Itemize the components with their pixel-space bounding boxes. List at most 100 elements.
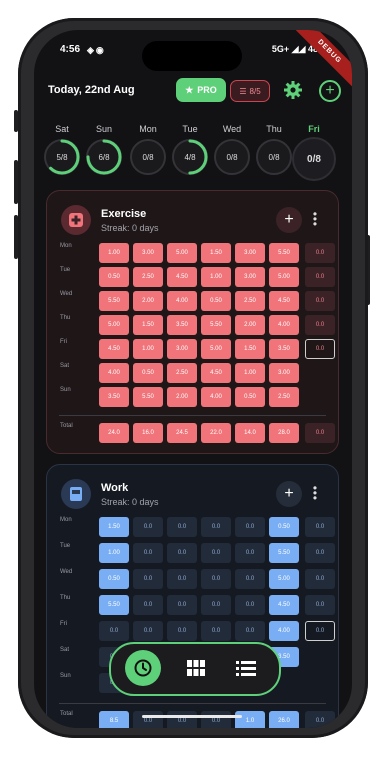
- grid-cell[interactable]: 4.50: [269, 595, 299, 615]
- grid-cell[interactable]: 0.0: [235, 517, 265, 537]
- grid-cell[interactable]: 5.50: [269, 243, 299, 263]
- grid-cell[interactable]: 5.00: [269, 267, 299, 287]
- grid-cell[interactable]: 3.00: [269, 363, 299, 383]
- grid-cell[interactable]: 3.00: [133, 243, 163, 263]
- grid-cell[interactable]: 0.0: [305, 243, 335, 263]
- list-icon[interactable]: [236, 659, 256, 682]
- grid-cell[interactable]: 5.00: [167, 243, 197, 263]
- grid-cell[interactable]: 2.50: [269, 387, 299, 407]
- grid-cell[interactable]: 0.0: [305, 621, 335, 641]
- grid-cell[interactable]: 4.00: [201, 387, 231, 407]
- grid-cell[interactable]: 2.50: [167, 363, 197, 383]
- grid-cell[interactable]: 0.0: [305, 517, 335, 537]
- grid-cell[interactable]: 0.0: [305, 595, 335, 615]
- grid-cell[interactable]: 0.0: [305, 315, 335, 335]
- grid-cell[interactable]: 5.50: [201, 315, 231, 335]
- grid-cell[interactable]: 0.0: [201, 621, 231, 641]
- grid-cell[interactable]: 0.0: [305, 291, 335, 311]
- grid-cell[interactable]: 5.50: [133, 387, 163, 407]
- grid-cell[interactable]: 1.50: [235, 339, 265, 359]
- pro-button[interactable]: ★ PRO: [176, 78, 226, 102]
- grid-cell[interactable]: 0.50: [133, 363, 163, 383]
- grid-cell[interactable]: 1.50: [133, 315, 163, 335]
- grid-cell[interactable]: 5.00: [99, 315, 129, 335]
- grid-cell[interactable]: 4.00: [269, 621, 299, 641]
- day-wed[interactable]: Wed 0/8: [214, 124, 250, 175]
- grid-cell[interactable]: 1.50: [201, 243, 231, 263]
- grid-cell[interactable]: 0.0: [305, 543, 335, 563]
- grid-cell[interactable]: 4.00: [269, 315, 299, 335]
- day-mon[interactable]: Mon 0/8: [130, 124, 166, 175]
- grid-cell[interactable]: 2.00: [167, 387, 197, 407]
- grid-cell[interactable]: 0.50: [99, 569, 129, 589]
- grid-cell[interactable]: 5.50: [99, 291, 129, 311]
- grid-cell[interactable]: 1.00: [235, 363, 265, 383]
- grid-cell[interactable]: 0.0: [167, 595, 197, 615]
- grid-cell[interactable]: 4.00: [167, 291, 197, 311]
- grid-cell[interactable]: 3.50: [269, 339, 299, 359]
- grid-cell[interactable]: 0.0: [167, 569, 197, 589]
- gear-icon[interactable]: [283, 80, 303, 100]
- grid-cell[interactable]: 0.0: [305, 339, 335, 359]
- add-entry-button[interactable]: +: [276, 481, 302, 507]
- grid-cell[interactable]: 0.50: [269, 517, 299, 537]
- grid-cell[interactable]: 3.00: [167, 339, 197, 359]
- grid-cell[interactable]: 1.00: [133, 339, 163, 359]
- more-options-icon[interactable]: • • •: [312, 482, 318, 504]
- grid-cell[interactable]: 4.50: [99, 339, 129, 359]
- grid-cell[interactable]: 0.0: [201, 595, 231, 615]
- grid-cell[interactable]: 3.00: [235, 243, 265, 263]
- grid-cell[interactable]: 0.0: [133, 595, 163, 615]
- grid-cell[interactable]: 2.50: [235, 291, 265, 311]
- grid-cell[interactable]: 3.00: [235, 267, 265, 287]
- grid-cell[interactable]: 0.0: [167, 543, 197, 563]
- day-tue[interactable]: Tue 4/8: [172, 124, 208, 175]
- day-sat[interactable]: Sat 5/8: [44, 124, 80, 175]
- add-habit-button[interactable]: +: [319, 80, 341, 102]
- grid-cell[interactable]: 0.0: [167, 517, 197, 537]
- grid-cell[interactable]: 0.0: [201, 517, 231, 537]
- grid-cell[interactable]: 1.00: [201, 267, 231, 287]
- habit-card-exercise[interactable]: Exercise Streak: 0 days + • • • Mon 1.00 3.00 5.0…: [46, 190, 339, 454]
- grid-cell[interactable]: 4.50: [269, 291, 299, 311]
- grid-cell[interactable]: 0.0: [133, 517, 163, 537]
- grid-cell[interactable]: 0.0: [167, 621, 197, 641]
- grid-cell[interactable]: 5.50: [269, 543, 299, 563]
- grid-cell[interactable]: 0.50: [99, 267, 129, 287]
- grid-cell[interactable]: 0.0: [305, 569, 335, 589]
- grid-cell[interactable]: 0.0: [133, 621, 163, 641]
- habit-counter-badge[interactable]: ☰ 8/5: [230, 80, 270, 102]
- grid-cell[interactable]: 0.0: [133, 569, 163, 589]
- grid-cell[interactable]: 3.50: [167, 315, 197, 335]
- grid-cell[interactable]: 5.50: [99, 595, 129, 615]
- grid-icon[interactable]: [186, 658, 206, 683]
- grid-cell[interactable]: 0.0: [305, 267, 335, 287]
- grid-cell[interactable]: 0.50: [235, 387, 265, 407]
- grid-cell[interactable]: 0.0: [235, 621, 265, 641]
- grid-cell[interactable]: 0.0: [235, 543, 265, 563]
- grid-cell[interactable]: 0.0: [235, 595, 265, 615]
- grid-cell[interactable]: 2.00: [133, 291, 163, 311]
- grid-cell[interactable]: 0.0: [133, 543, 163, 563]
- grid-cell[interactable]: 0.0: [235, 569, 265, 589]
- add-entry-button[interactable]: +: [276, 207, 302, 233]
- grid-cell[interactable]: 5.00: [201, 339, 231, 359]
- more-options-icon[interactable]: • • •: [312, 208, 318, 230]
- grid-cell[interactable]: 2.50: [133, 267, 163, 287]
- grid-cell[interactable]: 5.00: [269, 569, 299, 589]
- day-sun[interactable]: Sun 6/8: [86, 124, 122, 175]
- day-fri[interactable]: Fri 0/8: [292, 124, 336, 181]
- grid-cell[interactable]: 0.0: [201, 569, 231, 589]
- grid-cell[interactable]: 4.00: [99, 363, 129, 383]
- grid-cell[interactable]: 1.50: [99, 517, 129, 537]
- grid-cell[interactable]: 4.50: [201, 363, 231, 383]
- grid-cell[interactable]: 0.50: [201, 291, 231, 311]
- day-thu[interactable]: Thu 0/8: [256, 124, 292, 175]
- grid-cell[interactable]: 1.00: [99, 543, 129, 563]
- grid-cell[interactable]: 2.00: [235, 315, 265, 335]
- grid-cell[interactable]: 1.00: [99, 243, 129, 263]
- grid-cell[interactable]: 4.50: [167, 267, 197, 287]
- clock-icon[interactable]: [125, 650, 161, 686]
- grid-cell[interactable]: 0.0: [201, 543, 231, 563]
- grid-cell[interactable]: 3.50: [99, 387, 129, 407]
